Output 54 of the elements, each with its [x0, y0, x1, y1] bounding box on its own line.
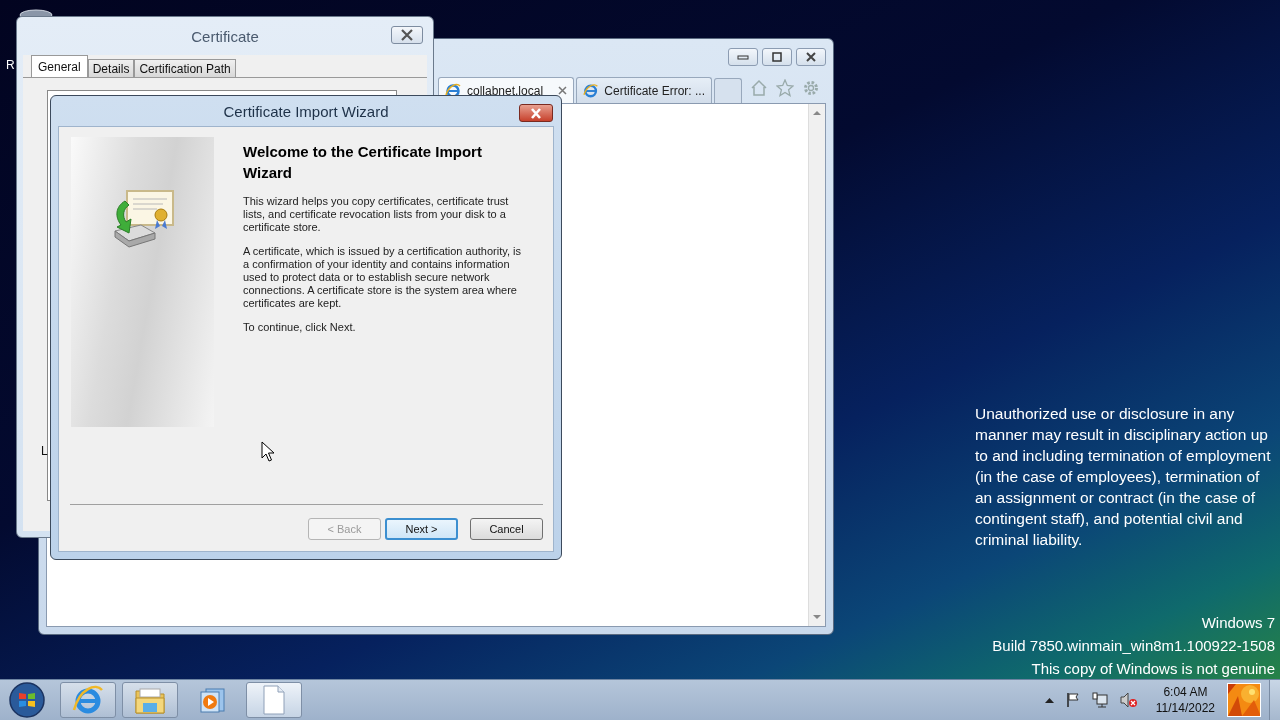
start-button[interactable] — [8, 681, 46, 719]
wizard-paragraph: This wizard helps you copy certificates, certificate trust lists, and certificate revocation lists from your disk to a certificate store. — [243, 195, 510, 234]
wizard-paragraph: To continue, click Next. — [243, 321, 357, 334]
show-desktop-button[interactable] — [1269, 680, 1280, 720]
new-tab-button[interactable] — [714, 78, 742, 103]
scrollbar[interactable] — [808, 104, 825, 626]
close-icon — [530, 107, 542, 119]
close-icon — [805, 52, 817, 62]
maximize-icon — [771, 52, 783, 62]
close-button[interactable] — [391, 26, 423, 44]
star-icon[interactable] — [776, 79, 794, 97]
dialog-title: Certificate Import Wizard — [223, 102, 389, 120]
home-icon[interactable] — [750, 79, 768, 97]
dialog-tab[interactable]: Details — [87, 59, 135, 77]
build-info-text: Build 7850.winmain_win8m1.100922-1508 — [992, 636, 1275, 656]
legal-notice: Unauthorized use or disclosure in any manner may result in disciplinary action up to and including termination of employment (in the case of employees), termination of an assignment or contract (in the case of contingent staff), and potential civil and criminal liability. — [975, 404, 1272, 550]
show-hidden-icons-icon[interactable] — [1044, 697, 1054, 703]
browser-tab[interactable]: Certificate Error: ... — [576, 77, 712, 103]
document-icon — [262, 685, 286, 715]
browser-logo-icon — [72, 684, 104, 716]
close-icon — [400, 29, 414, 41]
field-label: L — [41, 444, 48, 458]
clock[interactable]: 6:04 AM 11/14/2022 — [1155, 684, 1215, 716]
wizard-paragraph: A certificate, which is issued by a certification authority, is a confirmation of your identity and contains information used to protect data or to establish secure network connections. A certificate store is the system area where certificates are kept. — [243, 245, 522, 310]
close-button[interactable] — [796, 48, 826, 66]
scroll-down-icon[interactable] — [813, 614, 821, 620]
settings-icon[interactable] — [802, 79, 820, 97]
dialog-tab[interactable]: Certification Path — [134, 59, 236, 77]
wizard-heading: Welcome to the Certificate Import Wizard — [243, 142, 483, 183]
desktop-icon-label[interactable]: R — [6, 58, 15, 72]
clock-date: 11/14/2022 — [1155, 700, 1215, 716]
minimize-icon — [737, 54, 749, 60]
maximize-button[interactable] — [762, 48, 792, 66]
browser-logo-icon — [583, 82, 599, 99]
close-tab-icon[interactable] — [558, 86, 567, 95]
taskbar-button[interactable] — [246, 682, 302, 718]
build-info-text: This copy of Windows is not genuine — [1031, 659, 1275, 679]
folder-icon — [134, 685, 166, 715]
close-button[interactable] — [519, 104, 553, 122]
flag-icon[interactable] — [1065, 692, 1080, 708]
cursor-icon — [261, 441, 275, 462]
dialog-title: Certificate — [191, 27, 259, 45]
network-icon[interactable] — [1091, 692, 1108, 708]
taskbar-button[interactable] — [60, 682, 116, 718]
minimize-button[interactable] — [728, 48, 758, 66]
dialog-tab[interactable]: General — [31, 55, 88, 77]
clock-time: 6:04 AM — [1163, 684, 1208, 700]
wizard-button[interactable]: Next > — [385, 517, 458, 540]
media-player-icon — [198, 686, 226, 714]
speaker-muted-icon[interactable] — [1119, 692, 1138, 708]
build-info-text: Windows 7 — [1201, 613, 1275, 633]
wizard-button[interactable]: Cancel — [470, 517, 543, 540]
scroll-up-icon[interactable] — [813, 110, 821, 116]
taskbar-button[interactable] — [122, 682, 178, 718]
